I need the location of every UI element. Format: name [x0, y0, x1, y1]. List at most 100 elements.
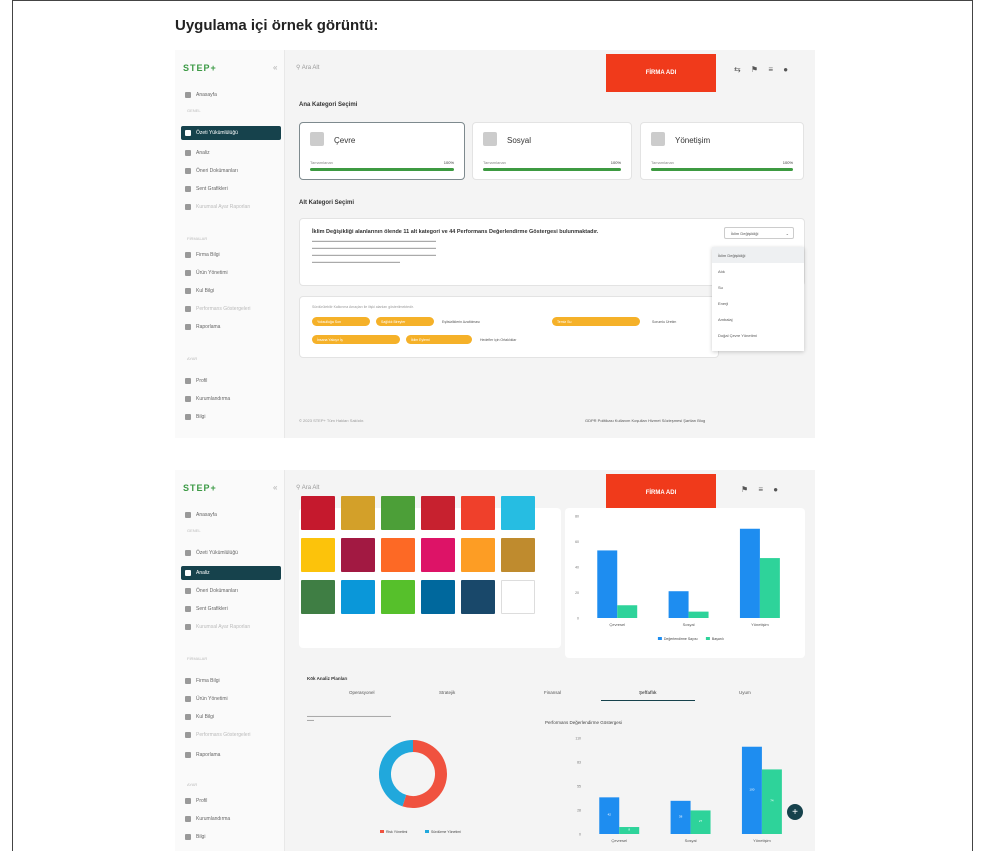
sidebar-item-firma[interactable]: Firma Bilgi: [181, 674, 281, 688]
sdg-tile[interactable]: [501, 538, 535, 572]
tab-seffaflik[interactable]: Şeffaflık: [639, 690, 657, 695]
chip[interactable]: İnsana Yakışır İş: [312, 335, 400, 344]
sidebar-section: FİRMALAR: [187, 656, 208, 661]
firm-button[interactable]: FİRMA ADI: [606, 54, 716, 92]
x-tick-label: Sosyal: [683, 622, 695, 627]
sdg-tile[interactable]: [301, 580, 335, 614]
sidebar-item-docs[interactable]: Öneri Dokümanları: [181, 584, 281, 598]
sdg-tile[interactable]: [341, 580, 375, 614]
sdg-tile[interactable]: [461, 580, 495, 614]
tab-uyum[interactable]: Uyum: [739, 690, 751, 695]
sdg-tile[interactable]: [501, 580, 535, 614]
sidebar-item-graphs[interactable]: Sent Grafikleri: [181, 602, 281, 616]
sdg-tile[interactable]: [301, 538, 335, 572]
tab-operasyonel[interactable]: Operasyonel: [349, 690, 375, 695]
chip[interactable]: Yoksulluğa Son: [312, 317, 370, 326]
chip[interactable]: Sağlıklı Bireyler: [376, 317, 434, 326]
category-card-sosyal[interactable]: Sosyal Tamamlanan 100%: [472, 122, 632, 180]
sidebar-item-raporlama[interactable]: Raporlama: [181, 320, 281, 334]
sdg-tile[interactable]: [381, 580, 415, 614]
chip-plain[interactable]: Eşitsizliklerin Azaltılması: [442, 320, 480, 324]
dropdown-option[interactable]: Su: [712, 279, 804, 295]
sidebar-item-product[interactable]: Ürün Yönetimi: [181, 266, 281, 280]
tab-description: ▬▬▬▬▬▬▬▬▬▬▬▬▬▬▬▬▬▬▬▬▬▬▬▬ ▬▬: [307, 714, 391, 722]
sidebar-item-raporlama[interactable]: Raporlama: [181, 748, 281, 762]
sdg-tile[interactable]: [461, 496, 495, 530]
sidebar-section: AYAR: [187, 356, 198, 361]
sidebar-item-user[interactable]: Kul Bilgi: [181, 710, 281, 724]
sdg-tile[interactable]: [501, 496, 535, 530]
sidebar-item-product[interactable]: Ürün Yönetimi: [181, 692, 281, 706]
sdg-tile[interactable]: [421, 496, 455, 530]
sidebar-item-analiz[interactable]: Analiz: [181, 146, 281, 160]
fab-add-button[interactable]: +: [787, 804, 803, 820]
collapse-icon[interactable]: «: [273, 63, 277, 72]
sidebar-item-profil[interactable]: Profil: [181, 374, 281, 388]
sidebar-item-home[interactable]: Anasayfa: [181, 508, 281, 522]
dropdown-option[interactable]: Ambalaj: [712, 311, 804, 327]
search-input[interactable]: ⚲ Ara Alt: [296, 484, 319, 491]
sidebar-item-reports[interactable]: Kurumsal Ayar Raporları: [181, 620, 281, 634]
sidebar-item-kurum[interactable]: Kurumlandırma: [181, 812, 281, 826]
dropdown-option[interactable]: Atık: [712, 263, 804, 279]
tab-stratejik[interactable]: Stratejik: [439, 690, 455, 695]
category-card-yonetisim[interactable]: Yönetişim Tamamlanan 100%: [640, 122, 804, 180]
screenshot-analysis: STEP+ « Anasayfa GENEL Özeti Yükümlülüğü…: [175, 470, 815, 851]
sidebar-item-perf[interactable]: Performans Göstergeleri: [181, 728, 281, 742]
chip[interactable]: İklim Eylemi: [406, 335, 472, 344]
sidebar-item-docs[interactable]: Öneri Dokümanları: [181, 164, 281, 178]
sidebar-item-profil[interactable]: Profil: [181, 794, 281, 808]
sdg-tile[interactable]: [381, 538, 415, 572]
footer-links[interactable]: GDPR Politikası Kullanım Koşulları Hizme…: [585, 418, 705, 423]
bar-chart-2: 0285583110428Çevresel3827Sosyal10074Yöne…: [575, 737, 782, 843]
sidebar-item-perf[interactable]: Performans Göstergeleri: [181, 302, 281, 316]
sidebar-item-home[interactable]: Anasayfa: [181, 88, 281, 102]
section-title: Kök Analiz Planları: [307, 676, 348, 681]
collapse-icon[interactable]: «: [273, 483, 277, 492]
sidebar-item-user[interactable]: Kul Bilgi: [181, 284, 281, 298]
dropdown-option[interactable]: Enerji: [712, 295, 804, 311]
sidebar-item-bilgi[interactable]: Bilgi: [181, 830, 281, 844]
sdg-tile[interactable]: [341, 496, 375, 530]
chip-plain[interactable]: Sorumlu Üretim: [652, 320, 676, 324]
y-tick-label: 83: [577, 761, 581, 765]
sidebar-item-firma[interactable]: Firma Bilgi: [181, 248, 281, 262]
category-card-cevre[interactable]: Çevre Tamamlanan 100%: [299, 122, 465, 180]
sidebar-item-reports[interactable]: Kurumsal Ayar Raporları: [181, 200, 281, 214]
sidebar-item-ozet[interactable]: Özeti Yükümlülüğü: [181, 126, 281, 140]
doc-icon: [185, 168, 191, 174]
dropdown-option[interactable]: İklim Değişikliği: [712, 247, 804, 263]
sdg-tile[interactable]: [341, 538, 375, 572]
sidebar-item-kurum[interactable]: Kurumlandırma: [181, 392, 281, 406]
sidebar-item-analiz[interactable]: Analiz: [181, 566, 281, 580]
search-input[interactable]: ⚲ Ara Alt: [296, 64, 319, 71]
chip[interactable]: Temiz Su: [552, 317, 640, 326]
home-icon: [185, 92, 191, 98]
box-icon: [185, 696, 191, 702]
sdg-tile[interactable]: [461, 538, 495, 572]
y-tick-label: 60: [575, 540, 579, 544]
sidebar-item-bilgi[interactable]: Bilgi: [181, 410, 281, 424]
sidebar-item-graphs[interactable]: Sent Grafikleri: [181, 182, 281, 196]
sdg-tile[interactable]: [301, 496, 335, 530]
firm-button[interactable]: FİRMA ADI: [606, 474, 716, 512]
tab-finansal[interactable]: Finansal: [544, 690, 561, 695]
sdg-tile[interactable]: [421, 538, 455, 572]
bar-value-label: 100: [749, 787, 754, 791]
subcategory-dropdown[interactable]: İklim Değişikliği ⌄: [724, 227, 794, 239]
footer-copyright: © 2023 STEP+ Tüm Hakları Saklıdır.: [299, 418, 365, 423]
sdg-tile[interactable]: [381, 496, 415, 530]
toolbar-icons[interactable]: ⇆ ⚑ ≡ ●: [734, 65, 792, 74]
y-tick-label: 110: [575, 737, 581, 741]
x-tick-label: Sosyal: [685, 838, 697, 843]
sdg-tile[interactable]: [421, 580, 455, 614]
home-icon: [185, 512, 191, 518]
box-icon: [185, 270, 191, 276]
chip-plain[interactable]: Hedefler için Ortaklıklar: [480, 338, 516, 342]
settings-icon: [185, 816, 191, 822]
x-tick-label: Yönetişim: [751, 622, 769, 627]
report-icon: [185, 624, 191, 630]
dropdown-option[interactable]: Doğal Çevre Yönetimi: [712, 327, 804, 343]
toolbar-icons[interactable]: ⚑ ≡ ●: [741, 485, 782, 494]
sidebar-item-ozet[interactable]: Özeti Yükümlülüğü: [181, 546, 281, 560]
